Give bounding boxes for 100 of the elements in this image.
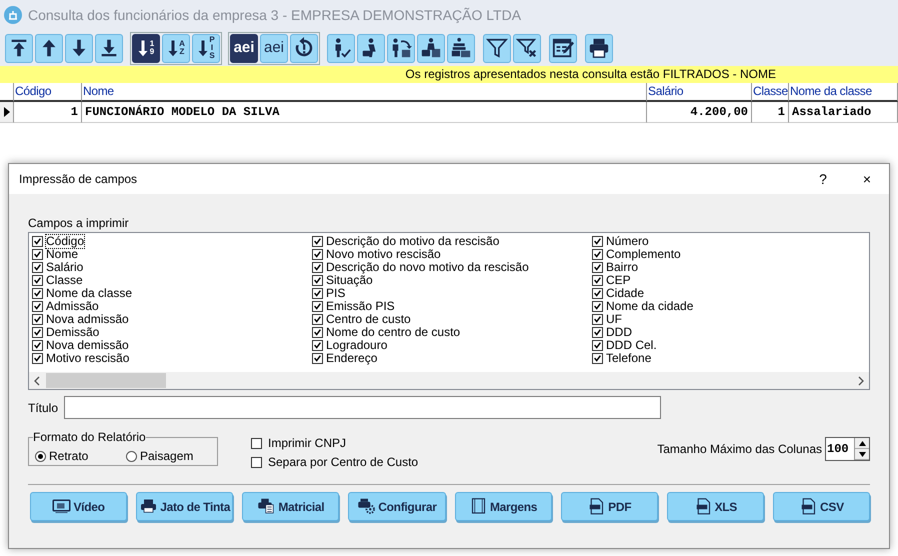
- toolbar-button[interactable]: AZ: [162, 34, 190, 62]
- dialog-button[interactable]: Vídeo: [30, 492, 128, 521]
- field-label: Descrição do novo motivo da rescisão: [326, 261, 529, 274]
- checkbox[interactable]: [592, 288, 603, 299]
- checkbox[interactable]: [32, 288, 43, 299]
- toolbar-button[interactable]: [483, 34, 511, 62]
- checkbox[interactable]: [592, 249, 603, 260]
- toolbar-button[interactable]: [549, 34, 577, 62]
- checkbox[interactable]: [592, 301, 603, 312]
- toolbar-button[interactable]: 19: [132, 34, 160, 62]
- dialog-button[interactable]: Jato de Tinta: [136, 492, 234, 521]
- checkbox[interactable]: [312, 327, 323, 338]
- checkbox[interactable]: [592, 327, 603, 338]
- checkbox[interactable]: [592, 275, 603, 286]
- toolbar-button[interactable]: PIS: [192, 34, 220, 62]
- checkbox[interactable]: [32, 301, 43, 312]
- dialog-button[interactable]: XLS: [666, 492, 764, 521]
- toolbar-button[interactable]: [65, 34, 93, 62]
- checkbox[interactable]: [592, 353, 603, 364]
- column-header[interactable]: Nome: [82, 83, 647, 102]
- dialog-button[interactable]: PDF: [560, 492, 658, 521]
- option-label: Paisagem: [140, 448, 194, 465]
- checkbox[interactable]: [32, 275, 43, 286]
- checkbox[interactable]: [312, 262, 323, 273]
- fields-label: Campos a imprimir: [28, 215, 130, 232]
- column-width-spinner[interactable]: 100: [825, 437, 870, 461]
- column-header[interactable]: Salário: [647, 83, 752, 102]
- checkbox[interactable]: [32, 340, 43, 351]
- checkbox[interactable]: [592, 340, 603, 351]
- checkbox[interactable]: [312, 288, 323, 299]
- toolbar-button[interactable]: aei: [230, 34, 258, 62]
- checkbox[interactable]: [312, 353, 323, 364]
- option-label: Separa por Centro de Custo: [268, 454, 418, 471]
- toolbar-button[interactable]: [290, 34, 318, 62]
- filter-notice: Os registros apresentados nesta consulta estão FILTRADOS - NOME: [0, 66, 898, 83]
- checkbox[interactable]: [32, 314, 43, 325]
- person-grid-icon: [420, 37, 442, 59]
- toolbar-button[interactable]: [417, 34, 445, 62]
- checkbox[interactable]: [312, 314, 323, 325]
- toolbar-button[interactable]: [357, 34, 385, 62]
- table-cell: Assalariado: [789, 102, 898, 123]
- help-button[interactable]: ?: [801, 164, 845, 194]
- close-button[interactable]: ×: [845, 164, 889, 194]
- toolbar-button[interactable]: [447, 34, 475, 62]
- checkbox[interactable]: [251, 438, 262, 448]
- checkbox[interactable]: [592, 236, 603, 247]
- field-label: Emissão PIS: [326, 300, 395, 313]
- up-arrow-icon: [858, 440, 866, 446]
- field-label: Motivo rescisão: [46, 352, 130, 365]
- checkbox[interactable]: [312, 275, 323, 286]
- dialog-button[interactable]: Configurar: [348, 492, 446, 521]
- checkbox[interactable]: [32, 353, 43, 364]
- column-header[interactable]: Código: [14, 83, 82, 102]
- toolbar-button[interactable]: aei: [260, 34, 288, 62]
- radio-button[interactable]: [126, 450, 137, 462]
- column-header[interactable]: Classe: [752, 83, 789, 102]
- checkbox[interactable]: [312, 340, 323, 351]
- checkbox[interactable]: [312, 301, 323, 312]
- radio-button[interactable]: [35, 450, 46, 462]
- column-header[interactable]: Nome da classe: [789, 83, 898, 102]
- field-label: DDD Cel.: [606, 339, 657, 352]
- toolbar-button[interactable]: [513, 34, 541, 62]
- dialog-button[interactable]: Margens: [454, 492, 552, 521]
- checkbox[interactable]: [312, 236, 323, 247]
- field-label: Nome da cidade: [606, 300, 694, 313]
- field-label: Admissão: [46, 300, 99, 313]
- checkbox[interactable]: [592, 262, 603, 273]
- printer-icon: [139, 498, 158, 516]
- scroll-thumb[interactable]: [46, 373, 166, 388]
- dialog-button[interactable]: CSV: [772, 492, 870, 521]
- form-edit-icon: [552, 37, 574, 59]
- spin-up-button[interactable]: [855, 438, 869, 449]
- spin-down-button[interactable]: [855, 449, 869, 460]
- field-label: CEP: [606, 274, 631, 287]
- field-label: Nome do centro de custo: [326, 326, 460, 339]
- field-label: Nome da classe: [46, 287, 132, 300]
- checkbox[interactable]: [251, 456, 262, 468]
- toolbar-button[interactable]: [327, 34, 355, 62]
- table-cell: 4.200,00: [647, 102, 752, 123]
- title-field[interactable]: [64, 396, 662, 419]
- printer-gear-icon: [357, 498, 376, 516]
- checkbox[interactable]: [32, 249, 43, 260]
- title-label: Título: [28, 400, 58, 416]
- checkbox[interactable]: [32, 236, 43, 247]
- field-label: Classe: [46, 274, 83, 287]
- checkbox[interactable]: [312, 249, 323, 260]
- field-label: Centro de custo: [326, 313, 411, 326]
- field-label: Número: [606, 235, 649, 248]
- toolbar-button[interactable]: [5, 34, 33, 62]
- toolbar-button[interactable]: [387, 34, 415, 62]
- checkbox[interactable]: [32, 327, 43, 338]
- horizontal-scrollbar[interactable]: [29, 372, 869, 389]
- checkbox[interactable]: [32, 262, 43, 273]
- dialog-button[interactable]: Matricial: [242, 492, 340, 521]
- checkbox[interactable]: [592, 314, 603, 325]
- toolbar-button[interactable]: [585, 34, 613, 62]
- field-label: Complemento: [606, 248, 681, 261]
- toolbar-button[interactable]: [95, 34, 123, 62]
- option-label: Retrato: [49, 448, 88, 465]
- toolbar-button[interactable]: [35, 34, 63, 62]
